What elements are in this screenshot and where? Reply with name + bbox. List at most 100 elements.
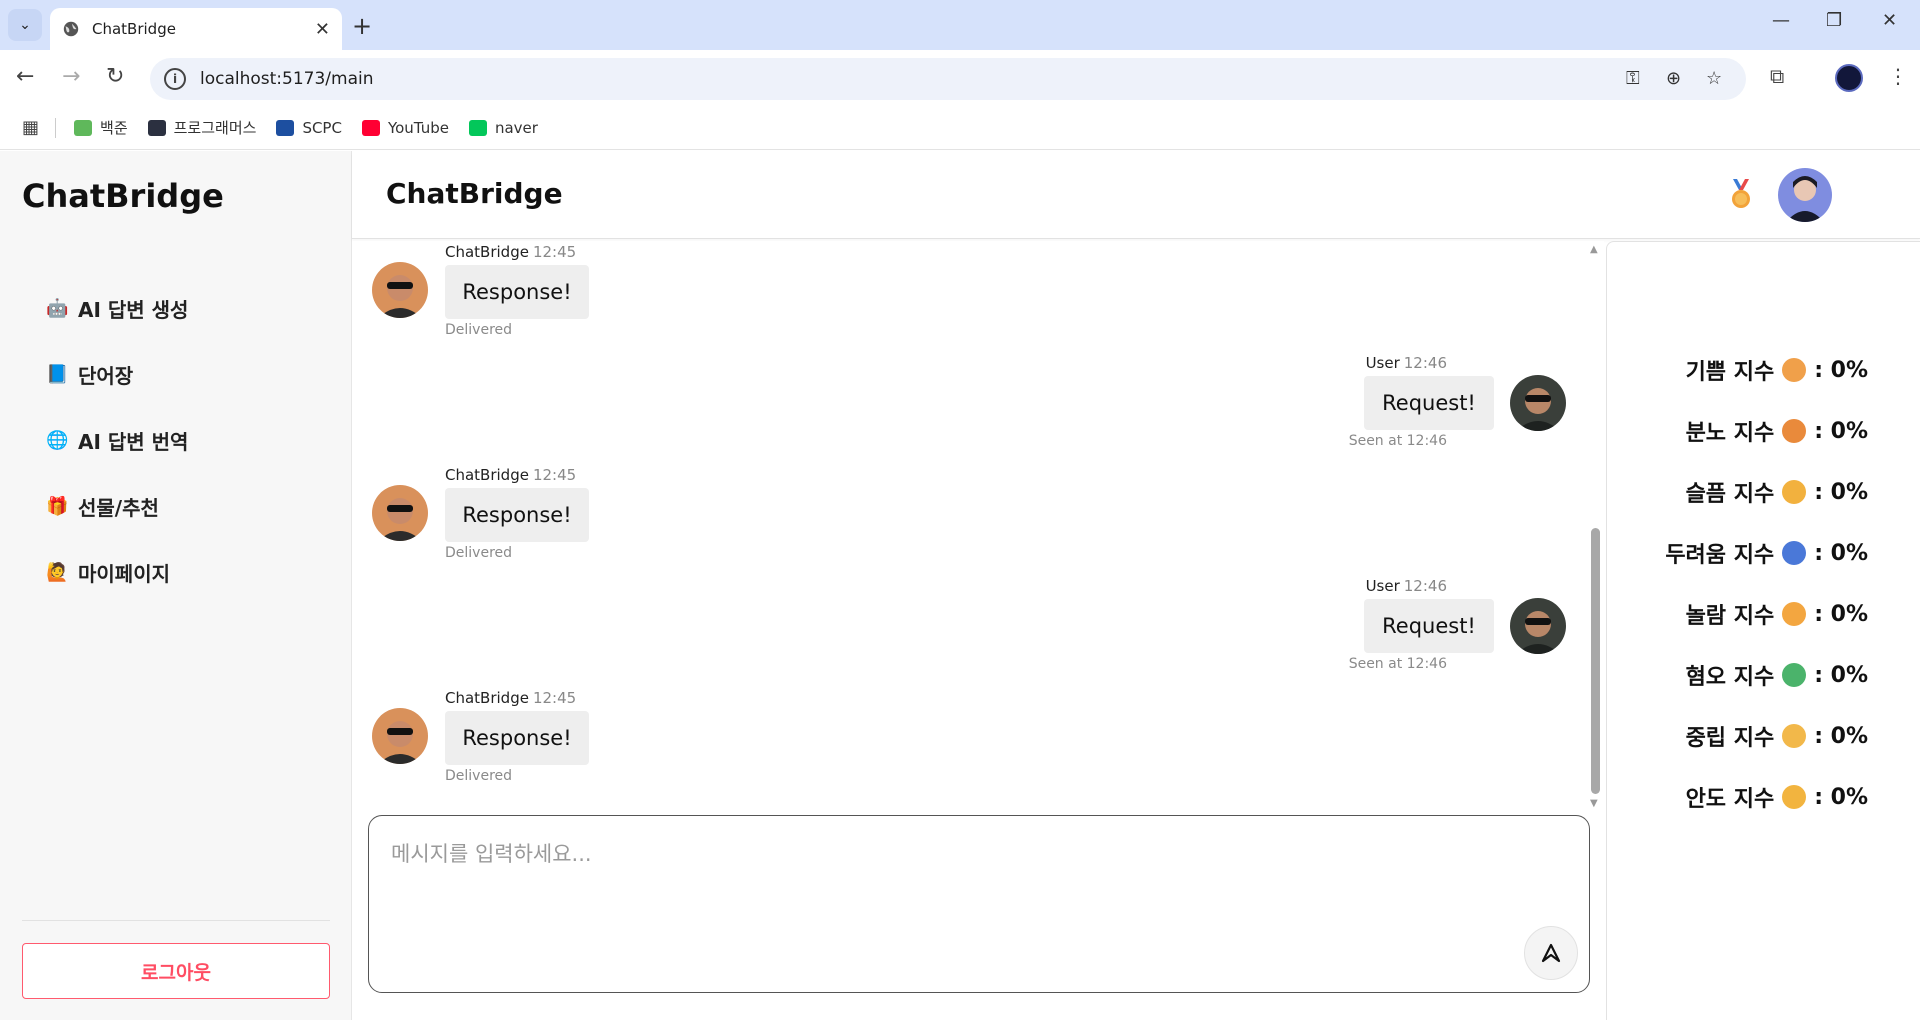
- chat-scrollbar-thumb[interactable]: [1591, 528, 1600, 794]
- sad-face-icon: [1782, 480, 1807, 504]
- key-icon[interactable]: ⚿: [1626, 68, 1640, 89]
- robot-icon: 🤖: [46, 297, 69, 319]
- message-status: Delivered: [445, 545, 513, 561]
- new-tab-button[interactable]: +: [352, 12, 372, 40]
- anger-face-icon: [1782, 419, 1807, 443]
- extensions-icon[interactable]: ⧉: [1770, 64, 1784, 88]
- bot-avatar: [372, 485, 428, 541]
- message-meta: ChatBridge 12:45: [445, 466, 577, 484]
- send-arrow-icon: [1541, 943, 1561, 963]
- surprise-face-icon: [1782, 602, 1807, 626]
- address-bar[interactable]: i localhost:5173/main: [150, 58, 1746, 100]
- sidebar-item-ai-answer[interactable]: 🤖 AI 답변 생성: [46, 275, 188, 341]
- bookmark-scpc[interactable]: SCPC: [276, 119, 342, 137]
- minimize-icon[interactable]: —: [1772, 10, 1790, 31]
- back-icon[interactable]: ←: [16, 64, 34, 89]
- scpc-icon: [276, 119, 295, 136]
- logout-button[interactable]: 로그아웃: [22, 943, 330, 999]
- user-avatar-image: [1778, 168, 1832, 222]
- relief-face-icon: [1782, 785, 1807, 809]
- tab-search-button[interactable]: ⌄: [8, 9, 42, 41]
- sidebar-menu: 🤖 AI 답변 생성 📘 단어장 🌐 AI 답변 번역 🎁 선물/추천 🙋 마이페이지: [46, 275, 188, 605]
- gift-icon: 🎁: [46, 495, 69, 517]
- restore-icon[interactable]: ❐: [1826, 10, 1842, 31]
- star-icon[interactable]: ☆: [1706, 68, 1722, 89]
- sidebar-item-vocabulary[interactable]: 📘 단어장: [46, 341, 188, 407]
- emotion-disgust: 혐오 지수: 0%: [1685, 662, 1868, 691]
- chat-messages: ChatBridge 12:45 Response! Delivered User…: [352, 241, 1604, 809]
- zoom-icon[interactable]: ⊕: [1666, 68, 1681, 89]
- emotion-joy: 기쁨 지수: 0%: [1685, 357, 1868, 386]
- app-header: ChatBridge: [352, 151, 1920, 239]
- emotion-anger: 분노 지수: 0%: [1685, 418, 1868, 447]
- message-bubble: Request!: [1364, 376, 1494, 430]
- message-status: Delivered: [445, 768, 513, 784]
- message-status: Seen at 12:46: [1348, 656, 1447, 672]
- message-meta: User 12:46: [1365, 577, 1447, 595]
- tab-title: ChatBridge: [92, 20, 176, 38]
- emotion-relief: 안도 지수: 0%: [1685, 784, 1868, 813]
- bookmark-naver[interactable]: naver: [468, 119, 538, 137]
- emotion-panel: 기쁨 지수: 0% 분노 지수: 0% 슬픔 지수: 0% 두려움 지수: 0%…: [1606, 241, 1920, 1020]
- sidebar-item-translate[interactable]: 🌐 AI 답변 번역: [46, 407, 188, 473]
- emotion-fear: 두려움 지수: 0%: [1665, 540, 1868, 569]
- globe-icon: 🌐: [46, 429, 69, 451]
- youtube-icon: [361, 119, 380, 136]
- url-text: localhost:5173/main: [200, 69, 374, 89]
- user-avatar[interactable]: [1778, 168, 1832, 222]
- profile-avatar[interactable]: [1835, 64, 1863, 92]
- joy-face-icon: [1782, 358, 1807, 382]
- bookmark-baekjoon[interactable]: 백준: [74, 117, 128, 138]
- sidebar-divider: [22, 920, 330, 921]
- globe-icon: [63, 21, 79, 37]
- browser-tab[interactable]: ChatBridge ✕: [50, 8, 342, 50]
- book-icon: 📘: [46, 363, 69, 385]
- site-info-icon[interactable]: i: [164, 68, 186, 90]
- sidebar-brand[interactable]: ChatBridge: [22, 177, 224, 215]
- message-bubble: Response!: [445, 711, 589, 765]
- scroll-down-icon[interactable]: ▼: [1590, 798, 1598, 809]
- bookmarks-divider: [55, 117, 57, 138]
- fear-face-icon: [1782, 541, 1807, 565]
- emotion-neutral: 중립 지수: 0%: [1685, 723, 1868, 752]
- bookmark-programmers[interactable]: 프로그래머스: [147, 117, 256, 138]
- close-tab-icon[interactable]: ✕: [315, 19, 330, 40]
- page-title: ChatBridge: [386, 177, 563, 210]
- browser-tab-bar: ⌄ ChatBridge ✕ + — ❐ ✕: [0, 0, 1920, 50]
- message-composer: [368, 815, 1590, 993]
- message-status: Seen at 12:46: [1348, 433, 1447, 449]
- message-meta: ChatBridge 12:45: [445, 689, 577, 707]
- message-input[interactable]: [389, 836, 1529, 896]
- forward-icon[interactable]: →: [62, 64, 80, 89]
- message-meta: ChatBridge 12:45: [445, 243, 577, 261]
- baekjoon-icon: [74, 119, 93, 136]
- apps-grid-icon[interactable]: ▦: [22, 117, 39, 138]
- programmers-icon: [147, 119, 166, 136]
- window-close-icon[interactable]: ✕: [1882, 10, 1897, 31]
- emotion-surprise: 놀람 지수: 0%: [1685, 601, 1868, 630]
- bot-avatar: [372, 262, 428, 318]
- user-message-avatar: [1510, 375, 1566, 431]
- send-button[interactable]: [1524, 926, 1578, 980]
- neutral-face-icon: [1782, 724, 1807, 748]
- message-bubble: Request!: [1364, 599, 1494, 653]
- bot-avatar: [372, 708, 428, 764]
- person-raising-hand-icon: 🙋: [46, 561, 69, 583]
- browser-toolbar: ← → ↻ i localhost:5173/main ⚿ ⊕ ☆ ⧉ ⋮: [0, 50, 1920, 106]
- message-bubble: Response!: [445, 488, 589, 542]
- menu-dots-icon[interactable]: ⋮: [1888, 64, 1908, 88]
- naver-icon: [468, 119, 487, 136]
- emotion-sadness: 슬픔 지수: 0%: [1685, 479, 1868, 508]
- message-meta: User 12:46: [1365, 354, 1447, 372]
- medal-icon[interactable]: [1728, 179, 1754, 209]
- sidebar-item-mypage[interactable]: 🙋 마이페이지: [46, 539, 188, 605]
- sidebar-item-gift[interactable]: 🎁 선물/추천: [46, 473, 188, 539]
- bookmarks-bar: ▦ 백준 프로그래머스 SCPC YouTube naver: [0, 106, 1920, 150]
- disgust-face-icon: [1782, 663, 1807, 687]
- message-bubble: Response!: [445, 265, 589, 319]
- scroll-up-icon[interactable]: ▲: [1590, 244, 1598, 255]
- sidebar: ChatBridge 🤖 AI 답변 생성 📘 단어장 🌐 AI 답변 번역 🎁 선물/…: [0, 151, 352, 1020]
- chevron-down-icon: ⌄: [19, 17, 31, 33]
- reload-icon[interactable]: ↻: [106, 64, 124, 89]
- bookmark-youtube[interactable]: YouTube: [361, 119, 449, 137]
